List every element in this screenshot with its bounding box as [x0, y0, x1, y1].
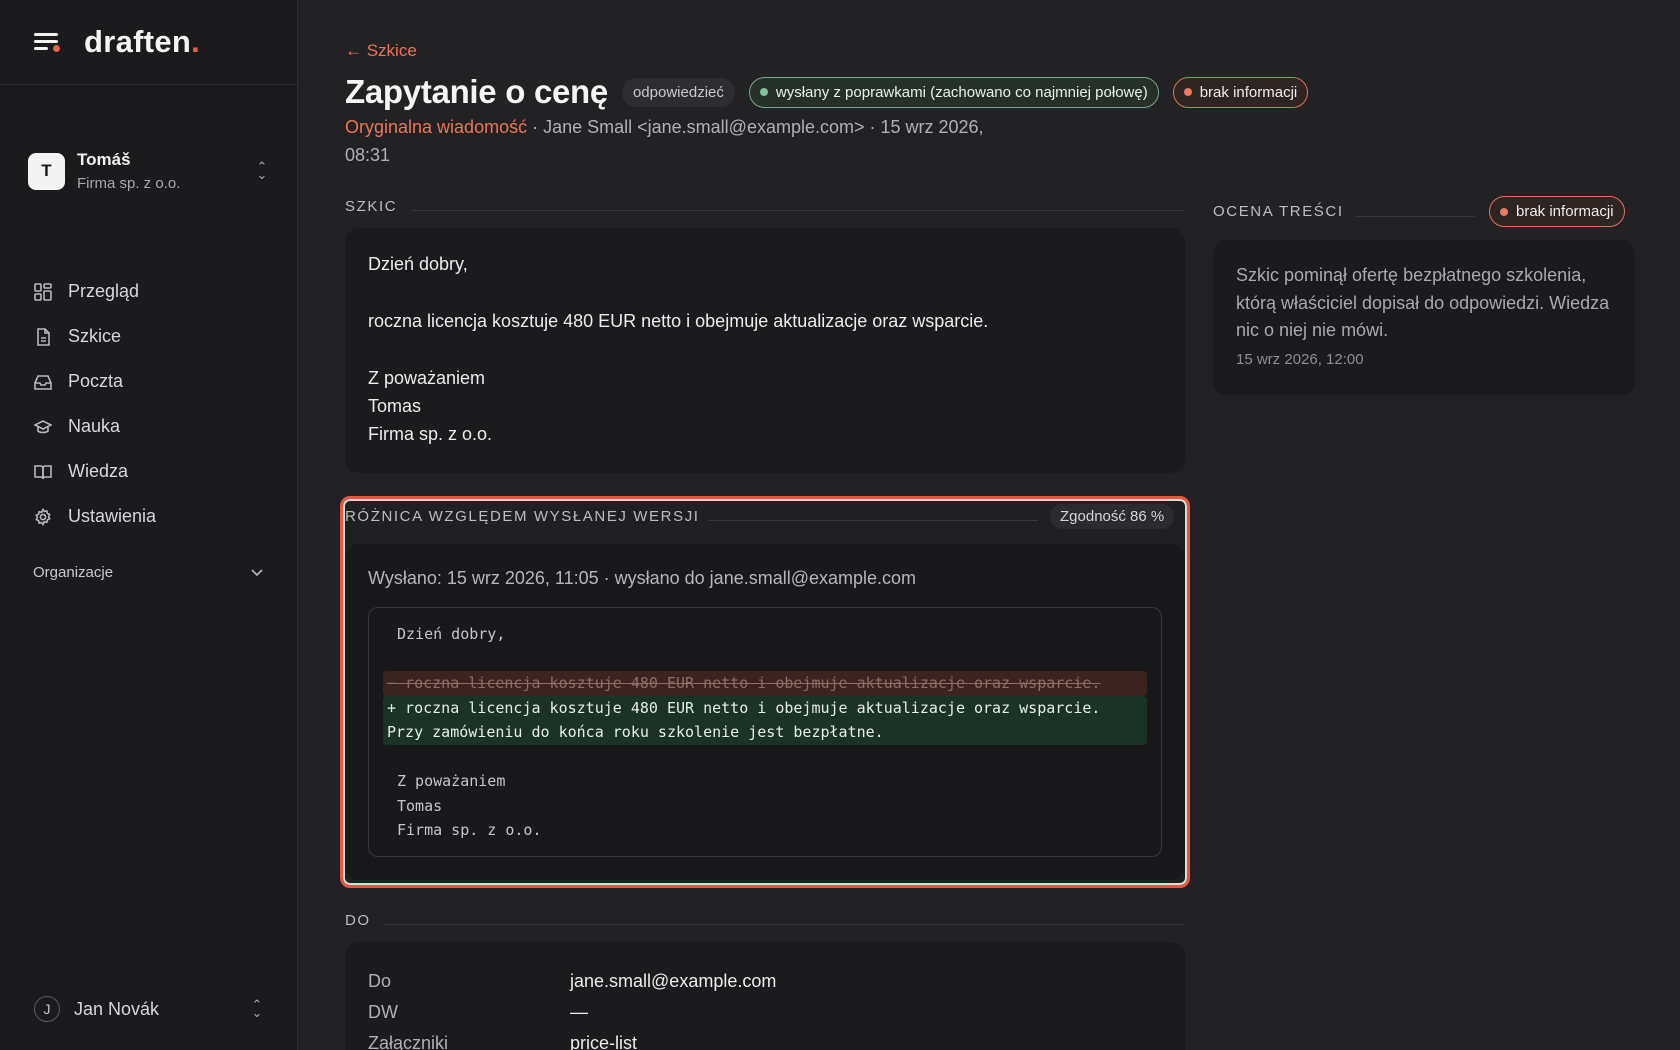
diff-card: Wysłano: 15 wrz 2026, 11:05 · wysłano do… — [345, 544, 1185, 880]
sidebar-item-nauka[interactable]: Nauka — [0, 404, 297, 449]
user-menu[interactable]: J Jan Novák ⌃ ⌄ — [0, 988, 298, 1030]
recipient-row: Do jane.small@example.com — [368, 966, 1162, 997]
diff-line-context: Firma sp. z o.o. — [397, 821, 542, 839]
draft-greeting: Dzień dobry, — [368, 254, 468, 274]
divider — [1355, 216, 1475, 217]
sidebar: draften. T Tomáš Firma sp. z o.o. ⌃ ⌄ Prz… — [0, 0, 298, 1050]
main-content: ← Szkice Zapytanie o cenę odpowiedzieć w… — [340, 0, 1635, 1050]
chevron-updown-icon: ⌃ ⌄ — [251, 997, 263, 1020]
draft-body: roczna licencja kosztuje 480 EUR netto i… — [368, 311, 989, 331]
book-icon — [34, 463, 52, 481]
diff-line-context: Dzień dobry, — [397, 625, 506, 643]
recipient-row: DW — — [368, 997, 1162, 1028]
draft-closing: Z poważaniem — [368, 368, 486, 388]
original-message-link[interactable]: Oryginalna wiadomość — [345, 117, 527, 137]
divider — [383, 924, 1185, 925]
sidebar-item-ustawienia[interactable]: Ustawienia — [0, 494, 297, 539]
sidebar-item-label: Nauka — [68, 416, 121, 436]
rating-badge: brak informacji — [1489, 196, 1625, 227]
org-company: Firma sp. z o.o. — [77, 175, 181, 192]
sidebar-item-przeglad[interactable]: Przegląd — [0, 269, 297, 314]
recipient-row: Załączniki price-list — [368, 1028, 1162, 1050]
rating-text: Szkic pominął ofertę bezpłatnego szkolen… — [1236, 265, 1610, 340]
diff-viewer: Dzień dobry, − roczna licencja kosztuje … — [368, 607, 1162, 857]
draft-signature-name: Tomas — [368, 396, 422, 416]
diff-line-context: Tomas — [397, 796, 443, 815]
gear-icon — [34, 507, 52, 526]
recipient-value: — — [570, 1002, 588, 1022]
chevron-updown-icon: ⌃ ⌄ — [256, 159, 268, 182]
avatar: J — [34, 996, 60, 1022]
attachment-link[interactable]: price-list — [570, 1028, 637, 1050]
diff-line-added: Przy zamówieniu do końca roku szkolenie … — [383, 720, 1147, 745]
sidebar-item-szkice[interactable]: Szkice — [0, 314, 297, 359]
draft-card: Dzień dobry, roczna licencja kosztuje 48… — [345, 228, 1185, 473]
message-meta: Oryginalna wiadomość · Jane Small <jane.… — [345, 113, 985, 169]
rating-card: Szkic pominął ofertę bezpłatnego szkolen… — [1213, 240, 1635, 395]
org-switcher[interactable]: T Tomáš Firma sp. z o.o. ⌃ ⌄ — [0, 85, 297, 227]
recipient-key: Do — [368, 971, 392, 991]
org-avatar: T — [28, 152, 65, 190]
inbox-icon — [34, 373, 52, 391]
status-dot-icon — [1500, 207, 1508, 216]
sidebar-item-label: Wiedza — [68, 461, 129, 481]
back-to-drafts-link[interactable]: ← Szkice — [345, 41, 417, 61]
draft-section-title: SZKIC — [345, 198, 398, 215]
sidebar-item-wiedza[interactable]: Wiedza — [0, 449, 297, 494]
sidebar-nav: Przegląd Szkice Poczta Nauka Wiedza Usta… — [0, 269, 297, 585]
sidebar-item-label: Ustawienia — [68, 506, 157, 526]
recipient-key: Załączniki — [368, 1033, 449, 1050]
sidebar-item-poczta[interactable]: Poczta — [0, 359, 297, 404]
diff-line-added: + roczna licencja kosztuje 480 EUR netto… — [383, 695, 1147, 720]
diff-line-context: Z poważaniem — [397, 772, 506, 790]
brand-logo[interactable]: draften. — [84, 24, 200, 60]
diff-line-removed: − roczna licencja kosztuje 480 EUR netto… — [383, 671, 1147, 696]
status-badge-sent: wysłany z poprawkami (zachowano co najmn… — [748, 76, 1159, 108]
status-badge-info: brak informacji — [1172, 76, 1309, 108]
user-name: Jan Novák — [74, 998, 160, 1019]
title-row: Zapytanie o cenę odpowiedzieć wysłany z … — [345, 73, 1309, 111]
similarity-badge: Zgodność 86 % — [1050, 504, 1175, 529]
recipient-key: DW — [368, 1002, 398, 1022]
brand-header: draften. — [0, 0, 297, 85]
divider — [708, 520, 1038, 521]
chevron-down-icon — [251, 564, 263, 581]
rating-date: 15 wrz 2026, 12:00 — [1236, 350, 1364, 368]
sent-info: Wysłano: 15 wrz 2026, 11:05 · wysłano do… — [368, 568, 917, 588]
type-badge: odpowiedzieć — [621, 77, 735, 107]
divider — [411, 210, 1185, 211]
status-dot-icon — [1183, 88, 1192, 96]
recipients-card: Do jane.small@example.com DW — Załącznik… — [345, 942, 1185, 1050]
page-title: Zapytanie o cenę — [345, 73, 608, 110]
organizations-label: Organizacje — [33, 563, 114, 581]
menu-icon[interactable] — [34, 31, 60, 53]
sidebar-item-label: Szkice — [68, 326, 122, 346]
document-icon — [34, 327, 52, 346]
recipients-section-title: DO — [345, 912, 371, 929]
dashboard-icon — [34, 282, 52, 301]
status-dot-icon — [759, 88, 768, 96]
sidebar-item-label: Przegląd — [68, 281, 140, 301]
diff-section-title: RÓŻNICA WZGLĘDEM WYSŁANEJ WERSJI — [345, 508, 700, 525]
recipient-value: jane.small@example.com — [570, 971, 777, 991]
organizations-toggle[interactable]: Organizacje — [0, 559, 297, 585]
org-user-name: Tomáš — [77, 150, 131, 169]
rating-section-title: OCENA TREŚCI — [1213, 203, 1344, 220]
graduation-cap-icon — [34, 418, 52, 436]
draft-signature-company: Firma sp. z o.o. — [368, 424, 493, 444]
sidebar-item-label: Poczta — [68, 371, 124, 391]
